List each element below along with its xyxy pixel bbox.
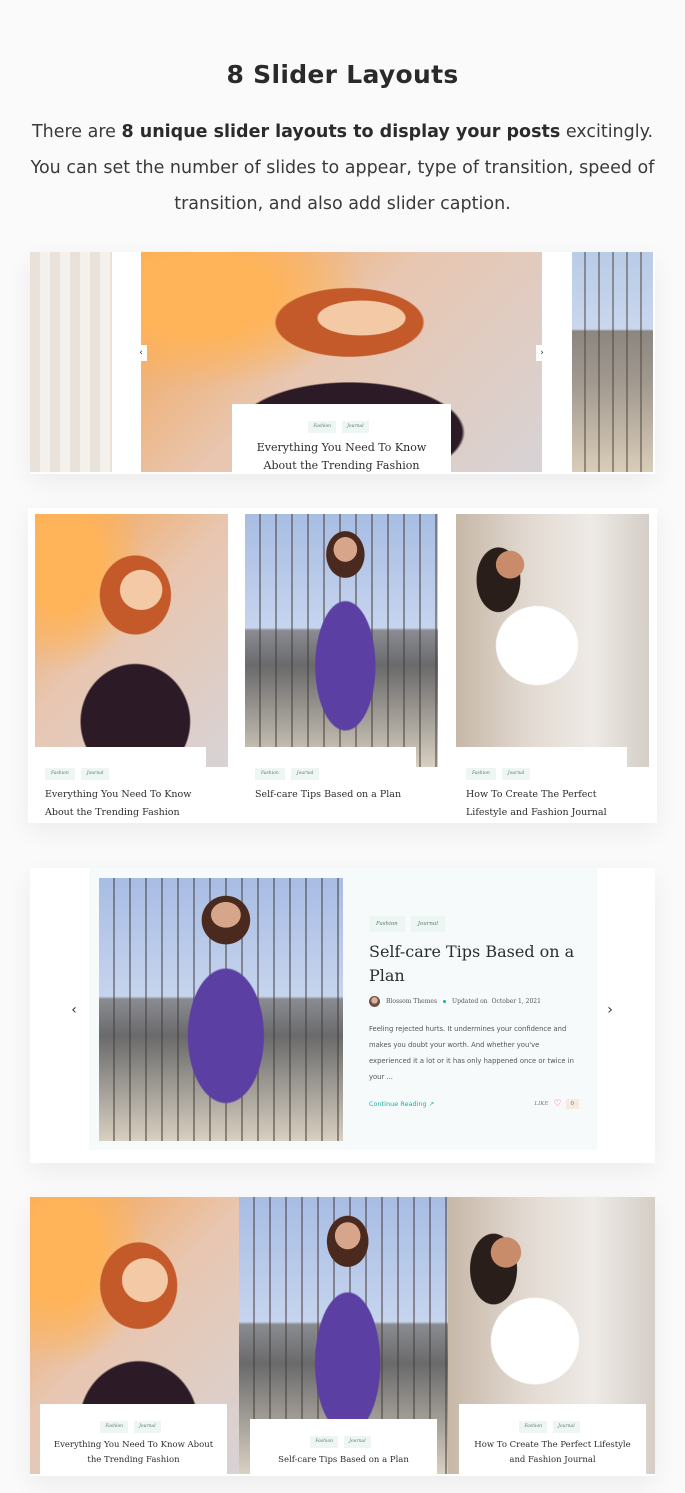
tag-journal[interactable]: Journal	[342, 421, 369, 433]
tag-journal[interactable]: Journal	[410, 916, 445, 932]
post-tags: Fashion Journal	[369, 915, 579, 932]
post-title[interactable]: Self-care Tips Based on a Plan	[255, 786, 416, 804]
card-tags: Fashion Journal	[466, 765, 627, 780]
like-count: 0	[565, 1099, 579, 1109]
post-excerpt: Feeling rejected hurts. It undermines yo…	[369, 1025, 574, 1081]
post-title[interactable]: Everything You Need To Know About the Tr…	[45, 786, 206, 822]
slider-layout-1: ‹ › Fashion Journal Everything You Need T…	[30, 252, 655, 474]
tag-fashion[interactable]: Fashion	[519, 1421, 548, 1433]
tag-journal[interactable]: Journal	[290, 768, 320, 780]
tag-journal[interactable]: Journal	[344, 1436, 371, 1448]
slide-image-left-peek[interactable]	[30, 252, 112, 472]
intro-prefix: There are	[31, 122, 122, 142]
tag-journal[interactable]: Journal	[80, 768, 110, 780]
slider-prev-button[interactable]: ‹	[135, 345, 147, 361]
card-tags: Fashion Journal	[255, 765, 416, 780]
post-meta: Blossom Themes Updated on October 1, 202…	[369, 996, 579, 1007]
slider-layout-3: ‹ › Fashion Journal Self-care Tips Based …	[30, 868, 655, 1163]
post-card-caption-1[interactable]: Fashion Journal Everything You Need To Kn…	[35, 747, 206, 823]
slide-caption-3[interactable]: Fashion Journal How To Create The Perfect…	[459, 1404, 646, 1474]
author-name[interactable]: Blossom Themes	[386, 998, 437, 1005]
slider-next-button[interactable]: ›	[536, 345, 548, 361]
featured-post: Fashion Journal Self-care Tips Based on a…	[89, 868, 597, 1150]
card-tags: Fashion Journal	[45, 765, 206, 780]
heart-icon[interactable]: ♡	[553, 1099, 561, 1109]
tag-fashion[interactable]: Fashion	[466, 768, 496, 780]
caption-tags: Fashion Journal	[459, 1418, 646, 1433]
tag-fashion[interactable]: Fashion	[310, 1436, 339, 1448]
caption-tags: Fashion Journal	[250, 1433, 437, 1448]
post-title[interactable]: Everything You Need To Know About the Tr…	[40, 1438, 227, 1468]
tag-fashion[interactable]: Fashion	[255, 768, 285, 780]
post-card-image-1[interactable]	[35, 514, 228, 767]
updated-label: Updated on	[452, 998, 488, 1005]
meta-dot	[443, 1000, 447, 1003]
tag-fashion[interactable]: Fashion	[369, 916, 405, 932]
featured-post-image[interactable]	[99, 878, 343, 1141]
intro-bold: 8 unique slider layouts to display your …	[121, 122, 561, 142]
arrow-up-right-icon: ↗	[428, 1100, 435, 1108]
tag-fashion[interactable]: Fashion	[308, 421, 337, 433]
caption-title[interactable]: Everything You Need To Know About the Tr…	[232, 439, 451, 475]
like-label: LIKE	[534, 1101, 549, 1107]
section-title: 8 Slider Layouts	[226, 60, 459, 89]
tag-fashion[interactable]: Fashion	[45, 768, 75, 780]
like-widget: LIKE ♡ 0	[534, 1099, 579, 1109]
author-avatar[interactable]	[369, 996, 380, 1007]
post-title[interactable]: Self-care Tips Based on a Plan	[369, 940, 579, 988]
caption-tags: Fashion Journal	[232, 418, 451, 433]
post-title[interactable]: How To Create The Perfect Lifestyle and …	[459, 1438, 646, 1468]
post-title[interactable]: How To Create The Perfect Lifestyle and …	[466, 786, 627, 822]
post-card-image-3[interactable]	[456, 514, 649, 767]
slide-caption[interactable]: Fashion Journal Everything You Need To Kn…	[232, 404, 451, 474]
continue-reading-link[interactable]: Continue Reading ↗	[369, 1100, 434, 1108]
featured-post-body: Fashion Journal Self-care Tips Based on a…	[369, 915, 579, 1109]
post-date: October 1, 2021	[491, 998, 541, 1005]
post-actions: Continue Reading ↗ LIKE ♡ 0	[369, 1099, 579, 1109]
section-intro: There are 8 unique slider layouts to dis…	[28, 114, 657, 222]
tag-journal[interactable]: Journal	[134, 1421, 161, 1433]
slide-caption-1[interactable]: Fashion Journal Everything You Need To Kn…	[40, 1404, 227, 1474]
slider-next-button[interactable]: ›	[604, 1002, 616, 1018]
post-title[interactable]: Self-care Tips Based on a Plan	[250, 1453, 437, 1468]
slider-layout-2: Fashion Journal Everything You Need To Kn…	[28, 508, 657, 823]
slide-image-right-peek[interactable]	[572, 252, 653, 472]
post-card-caption-2[interactable]: Fashion Journal Self-care Tips Based on a…	[245, 747, 416, 823]
slider-layout-4: Fashion Journal Everything You Need To Kn…	[30, 1197, 655, 1476]
post-card-caption-3[interactable]: Fashion Journal How To Create The Perfect…	[456, 747, 627, 823]
slider-prev-button[interactable]: ‹	[68, 1002, 80, 1018]
continue-reading-label: Continue Reading	[369, 1100, 427, 1108]
tag-journal[interactable]: Journal	[501, 768, 531, 780]
caption-tags: Fashion Journal	[40, 1418, 227, 1433]
slide-caption-2[interactable]: Fashion Journal Self-care Tips Based on a…	[250, 1419, 437, 1474]
tag-fashion[interactable]: Fashion	[100, 1421, 129, 1433]
post-card-image-2[interactable]	[245, 514, 438, 767]
tag-journal[interactable]: Journal	[553, 1421, 580, 1433]
